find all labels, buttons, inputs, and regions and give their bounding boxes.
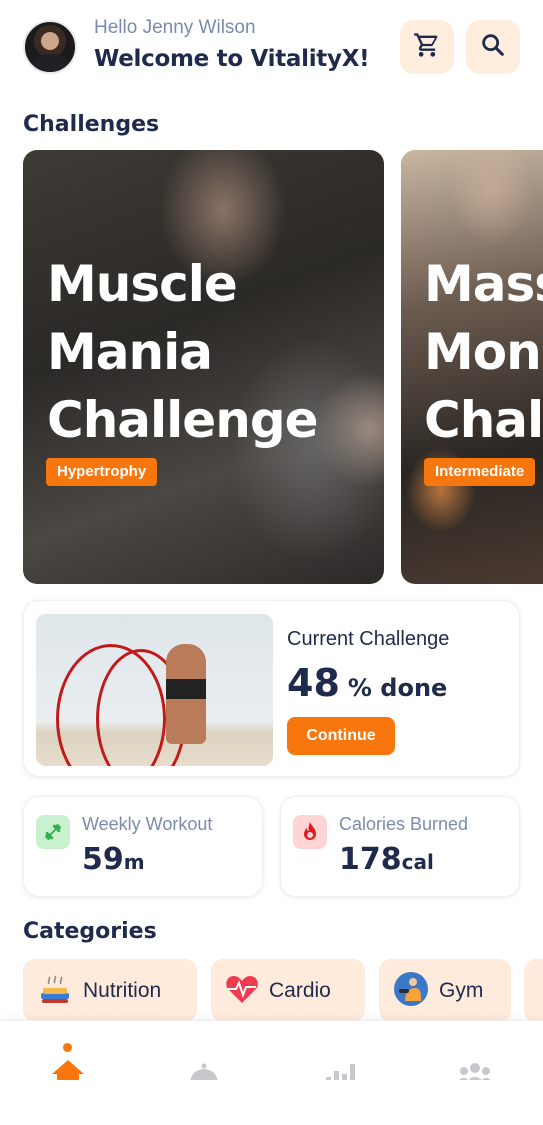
app-header: Hello Jenny Wilson Welcome to VitalityX!	[0, 0, 543, 100]
title-line: Muscle	[47, 255, 238, 313]
challenge-tag: Intermediate	[424, 458, 536, 486]
current-challenge-label: Current Challenge	[287, 628, 450, 650]
calories-burned-card[interactable]: Calories Burned 178 cal	[280, 796, 520, 897]
title-line: Mass	[424, 255, 543, 313]
category-partial[interactable]	[524, 959, 543, 1022]
stat-unit: cal	[401, 850, 434, 874]
weekly-workout-card[interactable]: Weekly Workout 59 m	[23, 796, 263, 897]
stat-label: Weekly Workout	[82, 814, 213, 834]
search-icon	[479, 31, 507, 63]
stat-number: 59	[82, 842, 124, 877]
heart-icon	[225, 974, 259, 1008]
category-cardio[interactable]: Cardio	[211, 959, 365, 1022]
search-button[interactable]	[466, 20, 520, 74]
current-challenge-image	[36, 614, 273, 766]
category-label: Nutrition	[83, 978, 162, 1002]
challenge-tag: Hypertrophy	[46, 458, 158, 486]
challenge-card-title: Muscle Mania Challenge	[47, 250, 319, 454]
system-bottom-bar	[0, 1080, 543, 1125]
title-line: Chal	[424, 391, 543, 449]
category-label: Gym	[439, 978, 484, 1002]
progress-unit: % done	[347, 674, 448, 702]
challenges-heading: Challenges	[23, 112, 160, 137]
categories-heading: Categories	[23, 919, 157, 944]
stat-label: Calories Burned	[339, 814, 469, 834]
greeting-text: Hello Jenny Wilson	[94, 17, 256, 38]
stat-unit: m	[123, 850, 145, 874]
cart-icon	[413, 31, 441, 63]
cart-button[interactable]	[400, 20, 454, 74]
challenge-card-mass-monster[interactable]: Mass Mons Chal Intermediate	[401, 150, 543, 584]
welcome-title: Welcome to VitalityX!	[94, 46, 370, 72]
stat-value: 178 cal	[339, 842, 434, 877]
dumbbell-icon	[36, 815, 70, 849]
category-nutrition[interactable]: Nutrition	[23, 959, 197, 1022]
food-icon	[37, 971, 73, 1011]
challenge-card-title: Mass Mons Chal	[424, 250, 543, 454]
continue-button[interactable]: Continue	[287, 717, 395, 755]
stat-number: 178	[339, 842, 402, 877]
active-indicator	[63, 1043, 72, 1052]
title-line: Mons	[424, 323, 543, 381]
avatar[interactable]	[23, 20, 77, 74]
progress-readout: 48 % done	[287, 661, 447, 705]
flame-icon	[293, 815, 327, 849]
category-gym[interactable]: Gym	[379, 959, 511, 1022]
stat-value: 59 m	[82, 842, 145, 877]
athlete-figure	[166, 644, 206, 744]
title-line: Challenge	[47, 391, 319, 449]
current-challenge-card: Current Challenge 48 % done Continue	[23, 600, 520, 777]
gym-icon	[393, 971, 429, 1011]
challenge-card-muscle-mania[interactable]: Muscle Mania Challenge Hypertrophy	[23, 150, 384, 584]
progress-value: 48	[287, 661, 340, 705]
category-label: Cardio	[269, 978, 331, 1002]
title-line: Mania	[47, 323, 213, 381]
